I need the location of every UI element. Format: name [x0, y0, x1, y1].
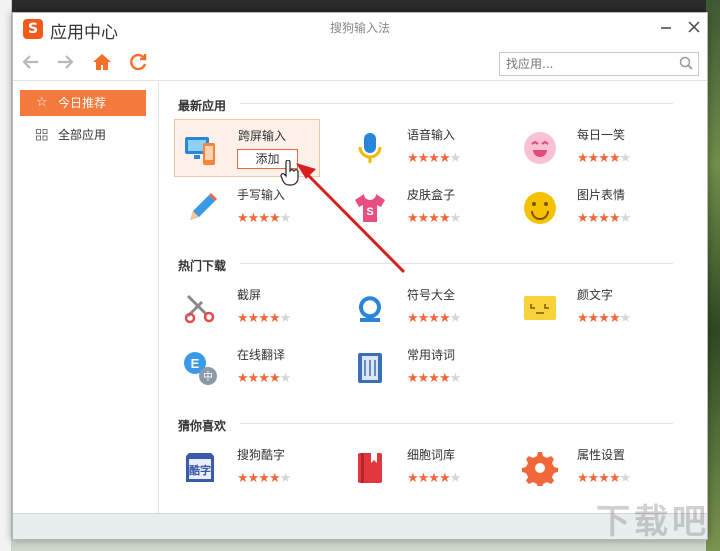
title-bar[interactable]: S 应用中心 搜狗输入法: [13, 13, 707, 45]
desktop-top-strip: [0, 0, 720, 12]
arrow-right-icon: [58, 55, 74, 69]
app-card[interactable]: 每日一笑 ★★★★★: [514, 119, 660, 177]
forward-button[interactable]: [53, 52, 77, 74]
app-name: 每日一笑: [577, 128, 626, 142]
app-name: 语音输入: [407, 128, 456, 142]
close-button[interactable]: [683, 17, 705, 39]
gear-icon: [522, 452, 558, 486]
app-center-window: S 应用中心 搜狗输入法 ☆ 今日推荐: [12, 12, 708, 540]
app-card[interactable]: E中 在线翻译 ★★★★★: [174, 339, 320, 397]
grid-icon: [36, 122, 48, 151]
app-name: 细胞词库: [407, 448, 456, 462]
rating-stars: ★★★★★: [407, 311, 461, 326]
refresh-icon: [130, 53, 147, 71]
svg-text:S: S: [366, 206, 373, 218]
app-name: 常用诗词: [407, 348, 456, 362]
star-icon: ☆: [36, 95, 48, 110]
book-icon: [358, 353, 382, 383]
rating-stars: ★★★★★: [577, 311, 631, 326]
section-title-newest: 最新应用: [178, 99, 227, 113]
app-card[interactable]: 语音输入 ★★★★★: [344, 119, 490, 177]
desktop-wallpaper: [706, 0, 720, 551]
app-card[interactable]: 酷字 搜狗酷字 ★★★★★: [174, 439, 320, 497]
app-card[interactable]: 截屏 ★★★★★: [174, 279, 320, 337]
main-content: 最新应用 跨屏输入 添加 语音输入 ★★★★★ 每日一笑 ★★★★★ 手写输入 …: [160, 81, 707, 514]
app-name: 在线翻译: [237, 348, 286, 362]
app-name: 颜文字: [577, 288, 614, 302]
search-icon[interactable]: [679, 56, 693, 70]
omega-icon: [359, 296, 381, 322]
search-input[interactable]: [500, 53, 670, 75]
app-card[interactable]: 手写输入 ★★★★★: [174, 179, 320, 237]
sidebar-item-label: 全部应用: [58, 128, 107, 142]
rating-stars: ★★★★★: [237, 371, 291, 386]
home-button[interactable]: [90, 52, 114, 74]
window-caption: 搜狗输入法: [329, 21, 390, 35]
background-window-edge: [0, 0, 12, 551]
sidebar-item-today[interactable]: ☆ 今日推荐: [20, 90, 146, 116]
app-card[interactable]: S 皮肤盒子 ★★★★★: [344, 179, 490, 237]
divider: [240, 423, 673, 424]
rating-stars: ★★★★★: [407, 211, 461, 226]
app-card[interactable]: 符号大全 ★★★★★: [344, 279, 490, 337]
refresh-button[interactable]: [126, 52, 150, 74]
microphone-icon: [358, 133, 382, 163]
rating-stars: ★★★★★: [237, 211, 291, 226]
app-name: 跨屏输入: [238, 129, 287, 143]
sidebar-item-all-apps[interactable]: 全部应用: [20, 122, 146, 148]
app-name: 搜狗酷字: [237, 448, 286, 462]
cross-screen-icon: [185, 137, 215, 165]
smiley-icon: [524, 192, 556, 224]
app-name: 手写输入: [237, 188, 286, 202]
app-card[interactable]: 常用诗词 ★★★★★: [344, 339, 490, 397]
home-icon: [93, 54, 111, 70]
divider: [240, 103, 673, 104]
pen-icon: [190, 193, 217, 220]
laughing-face-icon: [524, 132, 556, 164]
rating-stars: ★★★★★: [407, 151, 461, 166]
sidebar-item-label: 今日推荐: [58, 96, 107, 110]
app-name: 图片表情: [577, 188, 626, 202]
rating-stars: ★★★★★: [577, 211, 631, 226]
kaomoji-icon: [524, 296, 556, 320]
translate-icon: E中: [184, 352, 217, 385]
hand-cursor-icon: [280, 160, 299, 186]
dictionary-icon: [358, 453, 382, 483]
app-card[interactable]: 图片表情 ★★★★★: [514, 179, 660, 237]
toolbar: [13, 45, 707, 81]
sidebar: ☆ 今日推荐 全部应用: [13, 81, 159, 514]
close-icon: [688, 21, 700, 33]
divider: [240, 263, 673, 264]
svg-text:酷字: 酷字: [189, 463, 211, 477]
arrow-left-icon: [22, 55, 38, 69]
scissors-icon: [184, 294, 215, 324]
app-name: 符号大全: [407, 288, 456, 302]
section-title-guess: 猜你喜欢: [178, 419, 227, 433]
rating-stars: ★★★★★: [407, 371, 461, 386]
search-box[interactable]: [499, 52, 699, 76]
back-button[interactable]: [19, 52, 43, 74]
rating-stars: ★★★★★: [407, 471, 461, 486]
svg-text:E: E: [191, 356, 200, 371]
section-title-hot: 热门下载: [178, 259, 227, 273]
svg-text:中: 中: [203, 370, 213, 383]
rating-stars: ★★★★★: [577, 471, 631, 486]
app-name: 皮肤盒子: [407, 188, 456, 202]
app-name: 属性设置: [577, 448, 626, 462]
minimize-button[interactable]: [655, 17, 677, 39]
app-card[interactable]: 颜文字 ★★★★★: [514, 279, 660, 337]
tshirt-icon: S: [355, 194, 385, 222]
rating-stars: ★★★★★: [577, 151, 631, 166]
minimize-icon: [661, 27, 671, 29]
watermark-logo: 下载吧: [596, 502, 710, 542]
app-name: 截屏: [237, 288, 262, 302]
cool-font-icon: 酷字: [186, 453, 214, 482]
app-card[interactable]: 属性设置 ★★★★★: [514, 439, 660, 497]
app-card[interactable]: 细胞词库 ★★★★★: [344, 439, 490, 497]
rating-stars: ★★★★★: [237, 471, 291, 486]
rating-stars: ★★★★★: [237, 311, 291, 326]
